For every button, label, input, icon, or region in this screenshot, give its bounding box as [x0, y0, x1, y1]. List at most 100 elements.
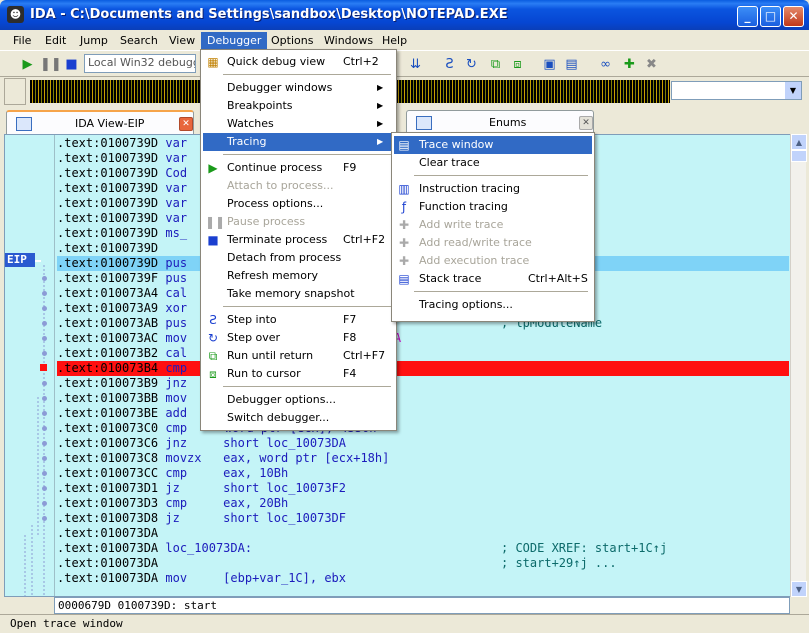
chevron-right-icon: ▶ — [377, 101, 384, 110]
code-line[interactable]: .text:010073DA ; start+29↑j ... — [57, 556, 789, 571]
menu-options[interactable]: Options — [265, 32, 319, 49]
menu-separator — [223, 306, 391, 307]
code-line[interactable]: .text:010073B9 jnz — [57, 376, 789, 391]
code-instruction: var — [158, 136, 188, 150]
code-line[interactable]: .text:010073DA — [57, 526, 789, 541]
code-address: .text:010073BB — [57, 391, 159, 405]
menu-item-shortcut: Ctrl+F7 — [343, 349, 386, 362]
nav-band-handle[interactable] — [4, 78, 26, 105]
menu-file[interactable]: File — [7, 32, 37, 49]
menu-item-run-to-cursor[interactable]: ⧈ Run to cursor F4 — [203, 365, 394, 383]
remove-trace-icon[interactable]: ✖ — [642, 55, 661, 74]
code-line[interactable]: .text:010073D8 jz short loc_10073DF — [57, 511, 789, 526]
menu-item-trace-window[interactable]: ▤ Trace window — [394, 136, 592, 154]
code-line[interactable]: .text:010073C8 movzx eax, word ptr [ecx+… — [57, 451, 789, 466]
menu-debugger[interactable]: Debugger — [201, 32, 268, 49]
code-address: .text:010073C8 — [57, 451, 159, 465]
menu-item-instruction-tracing[interactable]: ▥ Instruction tracing — [394, 180, 592, 198]
play-icon[interactable]: ▶ — [18, 55, 37, 74]
pause-icon[interactable]: ❚❚ — [40, 55, 62, 74]
code-line[interactable]: .text:010073CC cmp eax, 10Bh — [57, 466, 789, 481]
menu-item-label: Pause process — [227, 215, 306, 228]
code-instruction: Cod — [158, 166, 188, 180]
menu-item-function-tracing[interactable]: ƒ Function tracing — [394, 198, 592, 216]
menu-search[interactable]: Search — [114, 32, 164, 49]
menu-item-switch-debugger[interactable]: Switch debugger... — [203, 409, 394, 427]
menu-item-tracing-options[interactable]: Tracing options... — [394, 296, 592, 314]
menu-item-tracing[interactable]: Tracing ▶ — [203, 133, 394, 151]
menu-item-quick-debug-view[interactable]: ▦ Quick debug view Ctrl+2 — [203, 53, 394, 71]
menu-item-step-into[interactable]: Ƨ Step into F7 — [203, 311, 394, 329]
menu-item-clear-trace[interactable]: Clear trace — [394, 154, 592, 172]
trace-window-icon: ▤ — [398, 138, 410, 152]
add-trace-icon[interactable]: ✚ — [620, 55, 639, 74]
menu-separator — [223, 154, 391, 155]
code-line[interactable]: .text:010073C0 cmp word ptr [ecx], 4550h — [57, 421, 789, 436]
code-line[interactable]: .text:010073D3 cmp eax, 20Bh — [57, 496, 789, 511]
app-icon[interactable]: ☻ — [7, 6, 24, 23]
code-line[interactable]: .text:010073AC movndleA — [57, 331, 789, 346]
code-address: .text:010073AB — [57, 316, 159, 330]
menu-view[interactable]: View — [163, 32, 201, 49]
code-address: .text:0100739D — [57, 181, 159, 195]
menu-item-terminate-process[interactable]: ■ Terminate process Ctrl+F2 — [203, 231, 394, 249]
close-button[interactable]: ✕ — [783, 6, 804, 27]
code-line[interactable]: .text:010073D1 jz short loc_10073F2 — [57, 481, 789, 496]
code-address: .text:010073C0 — [57, 421, 159, 435]
menu-item-detach-from-process[interactable]: Detach from process — [203, 249, 394, 267]
menu-item-take-memory-snapshot[interactable]: Take memory snapshot — [203, 285, 394, 303]
menu-item-stack-trace[interactable]: ▤ Stack trace Ctrl+Alt+S — [394, 270, 592, 288]
menu-item-label: Function tracing — [419, 200, 508, 213]
code-line[interactable]: .text:010073BB mov — [57, 391, 789, 406]
watch-icon[interactable]: ▤ — [562, 55, 581, 74]
chevron-down-icon[interactable]: ▼ — [785, 82, 801, 99]
menu-separator — [223, 74, 391, 75]
code-line[interactable]: .text:010073B2 calleA — [57, 346, 789, 361]
run-to-cursor-icon[interactable]: ⧈ — [508, 55, 527, 74]
segment-select[interactable]: ▼ — [671, 81, 802, 100]
menu-windows[interactable]: Windows — [318, 32, 379, 49]
maximize-button[interactable]: □ — [760, 6, 781, 27]
code-line[interactable]: .text:010073DA mov [ebp+var_1C], ebx — [57, 571, 789, 586]
trace-icon[interactable]: ∞ — [596, 55, 615, 74]
menu-item-breakpoints[interactable]: Breakpoints ▶ — [203, 97, 394, 115]
code-line[interactable]: .text:010073BE add — [57, 406, 789, 421]
breakpoint-icon[interactable]: ▣ — [540, 55, 559, 74]
menu-item-debugger-windows[interactable]: Debugger windows ▶ — [203, 79, 394, 97]
menu-item-refresh-memory[interactable]: Refresh memory — [203, 267, 394, 285]
debugger-select[interactable]: Local Win32 debugger — [84, 54, 196, 73]
flow-arrows — [5, 260, 45, 596]
menu-item-continue-process[interactable]: ▶ Continue process F9 — [203, 159, 394, 177]
code-comment: ; CODE XREF: start+1C↑j — [501, 541, 668, 555]
menu-jump[interactable]: Jump — [74, 32, 114, 49]
tab-enums[interactable]: Enums ✕ — [406, 110, 594, 134]
breakpoint-marker[interactable] — [40, 364, 47, 371]
stop-icon[interactable]: ■ — [62, 55, 81, 74]
code-address: .text:0100739D — [57, 196, 159, 210]
menu-item-step-over[interactable]: ↻ Step over F8 — [203, 329, 394, 347]
minimize-button[interactable]: _ — [737, 6, 758, 27]
tab-ida-view[interactable]: IDA View-EIP ✕ — [6, 110, 194, 134]
code-instruction: var — [158, 211, 188, 225]
code-line[interactable]: .text:010073B4 cmph — [57, 361, 789, 376]
run-until-return-icon[interactable]: ⧉ — [486, 55, 505, 74]
scroll-thumb[interactable] — [791, 150, 807, 162]
menu-item-watches[interactable]: Watches ▶ — [203, 115, 394, 133]
step-into-icon[interactable]: Ƨ — [440, 55, 459, 74]
step-over-icon[interactable]: ↻ — [462, 55, 481, 74]
scroll-up-icon[interactable]: ▲ — [791, 134, 807, 150]
menu-item-debugger-options[interactable]: Debugger options... — [203, 391, 394, 409]
close-icon[interactable]: ✕ — [579, 116, 593, 130]
code-line[interactable]: .text:010073C6 jnz short loc_10073DA — [57, 436, 789, 451]
vertical-scrollbar[interactable]: ▲ ▼ — [790, 134, 807, 597]
window-icon[interactable]: ⇊ — [406, 55, 425, 74]
scroll-down-icon[interactable]: ▼ — [791, 581, 807, 597]
code-instruction: jz short loc_10073F2 — [158, 481, 346, 495]
menu-edit[interactable]: Edit — [39, 32, 72, 49]
code-line[interactable]: .text:010073DA loc_10073DA: ; CODE XREF: … — [57, 541, 789, 556]
menu-bar: File Edit Jump Search View Debugger Opti… — [0, 30, 809, 50]
menu-help[interactable]: Help — [376, 32, 413, 49]
menu-item-run-until-return[interactable]: ⧉ Run until return Ctrl+F7 — [203, 347, 394, 365]
menu-item-process-options[interactable]: Process options... — [203, 195, 394, 213]
close-icon[interactable]: ✕ — [179, 117, 193, 131]
